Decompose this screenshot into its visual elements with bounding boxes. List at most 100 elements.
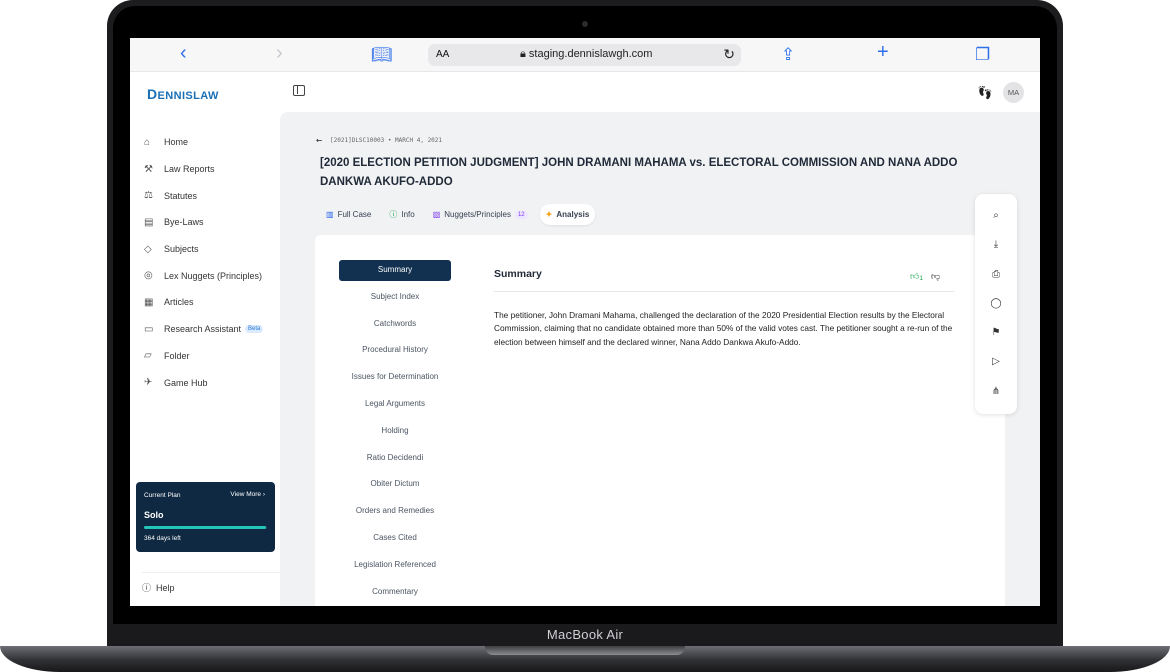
help-label: Help: [156, 583, 175, 593]
divider: [494, 291, 954, 292]
home-icon: ⌂: [144, 136, 151, 148]
device-label: MacBook Air: [546, 627, 624, 642]
help-link[interactable]: ⓘ Help: [142, 572, 280, 594]
sparkle-icon: ✦: [545, 210, 553, 219]
case-toolbar: ⌕ ⤓ ⎙ ◯ ⚑ ▷ ⋔: [975, 194, 1017, 414]
comment-icon[interactable]: ◯: [975, 289, 1017, 318]
plan-card: Current Plan View More › Solo 364 days l…: [136, 482, 275, 552]
case-tabs: ▥ Full Case ⓘ Info ▧ Nuggets/Principles 12 ✦ Ana…: [320, 204, 596, 225]
url-text: 🔒︎ staging.dennislawgh.com: [520, 48, 653, 60]
sidebar-item-label: Law Reports: [164, 164, 215, 175]
section-obiter-dictum[interactable]: Obiter Dictum: [339, 474, 451, 501]
chat-icon: ▭: [144, 323, 154, 335]
forward-icon[interactable]: ›: [276, 43, 283, 63]
section-subject-index[interactable]: Subject Index: [339, 287, 451, 314]
book-icon: ▥: [326, 210, 334, 219]
sidebar-item-label: Home: [164, 137, 189, 148]
logo-initial: D: [147, 86, 158, 102]
section-legal-arguments[interactable]: Legal Arguments: [339, 394, 451, 421]
bookmark-icon[interactable]: ⚑: [975, 318, 1017, 347]
search-icon[interactable]: ⌕: [975, 201, 1017, 230]
section-holding[interactable]: Holding: [339, 421, 451, 448]
plus-icon[interactable]: +: [877, 42, 889, 62]
sidebar-item-lex-nuggets-principles[interactable]: ◎ Lex Nuggets (Principles): [144, 262, 274, 289]
sidebar-item-folder[interactable]: ▱ Folder: [144, 343, 274, 370]
app: DENNISLAW ⌂ Home ⚒ Law Reports ⚖ Statutes ▤ Bye…: [130, 72, 1040, 606]
footsteps-icon[interactable]: 👣︎: [976, 85, 993, 101]
thumbs-up-button[interactable]: 👍︎1: [910, 271, 923, 282]
plan-days-left: 364 days left: [144, 535, 181, 542]
article-icon: ▦: [144, 296, 154, 308]
rocket-icon: ✈: [144, 377, 153, 389]
browser-toolbar: ‹ › 📖︎ AA 🔒︎ staging.dennislawgh.com ↻ ⇪…: [130, 38, 1040, 72]
coin-icon: ◎: [144, 270, 153, 282]
tab-nuggets-principles[interactable]: ▧ Nuggets/Principles 12: [427, 204, 534, 225]
sidebar-item-game-hub[interactable]: ✈ Game Hub: [144, 369, 274, 396]
sidebar-item-label: Subjects: [164, 244, 199, 255]
screen: ‹ › 📖︎ AA 🔒︎ staging.dennislawgh.com ↻ ⇪…: [130, 38, 1040, 606]
tab-label: Analysis: [556, 210, 590, 219]
section-procedural-history[interactable]: Procedural History: [339, 340, 451, 367]
section-catchwords[interactable]: Catchwords: [339, 314, 451, 341]
sidebar-item-label: Research Assistant: [164, 324, 242, 335]
gavel-icon: ⚒: [144, 163, 153, 175]
tab-analysis[interactable]: ✦ Analysis: [539, 204, 596, 225]
sidebar-item-bye-laws[interactable]: ▤ Bye-Laws: [144, 209, 274, 236]
text-size-button[interactable]: AA: [436, 49, 449, 60]
sidebar-toggle-icon[interactable]: [293, 85, 305, 96]
section-ratio-decidendi[interactable]: Ratio Decidendi: [339, 448, 451, 475]
share-nodes-icon[interactable]: ⋔: [975, 377, 1017, 406]
back-arrow-icon[interactable]: ←: [316, 135, 322, 146]
tab-full-case[interactable]: ▥ Full Case: [320, 204, 377, 225]
case-view: ← [2021]DLSC10003 • MARCH 4, 2021 [2020 E…: [280, 112, 1040, 606]
thumbs-down-icon[interactable]: 👎︎: [931, 271, 940, 282]
analysis-card: Summary Subject Index Catchwords Procedural…: [315, 235, 1005, 606]
breadcrumb-text: [2021]DLSC10003 • MARCH 4, 2021: [330, 137, 443, 144]
section-summary[interactable]: Summary: [339, 260, 451, 281]
sidebar-item-label: Game Hub: [164, 377, 208, 388]
sidebar-item-home[interactable]: ⌂ Home: [144, 129, 274, 156]
section-orders-and-remedies[interactable]: Orders and Remedies: [339, 501, 451, 528]
share-icon[interactable]: ⇪: [781, 45, 795, 65]
logo-text: ENNISLAW: [157, 90, 219, 102]
sidebar-item-label: Articles: [164, 297, 194, 308]
likes-count: 1: [919, 275, 924, 282]
view-more-link[interactable]: View More ›: [230, 491, 265, 498]
sidebar-item-research-assistant[interactable]: ▭ Research Assistant Beta: [144, 316, 274, 343]
sidebar-item-label: Statutes: [164, 190, 198, 201]
address-bar[interactable]: AA 🔒︎ staging.dennislawgh.com ↻: [428, 44, 741, 66]
sidebar-item-statutes[interactable]: ⚖ Statutes: [144, 182, 274, 209]
sidebar: DENNISLAW ⌂ Home ⚒ Law Reports ⚖ Statutes ▤ Bye…: [130, 72, 280, 606]
book-icon[interactable]: 📖︎: [371, 45, 393, 65]
info-icon: ⓘ: [389, 210, 398, 219]
view-more-label: View More: [230, 491, 262, 498]
reload-icon[interactable]: ↻: [723, 46, 735, 63]
tab-info[interactable]: ⓘ Info: [383, 204, 420, 225]
user-area: 👣︎ MA: [976, 82, 1024, 103]
sidebar-item-label: Bye-Laws: [164, 217, 204, 228]
url-value: staging.dennislawgh.com: [528, 48, 653, 60]
sidebar-item-label: Folder: [164, 350, 190, 361]
section-commentary[interactable]: Commentary: [339, 582, 451, 606]
sidebar-item-label: Lex Nuggets (Principles): [164, 270, 263, 281]
back-icon[interactable]: ‹: [180, 43, 187, 63]
folder-play-icon[interactable]: ▷: [975, 347, 1017, 376]
scale-icon: ⚖: [144, 190, 153, 202]
plan-name: Solo: [144, 510, 164, 520]
laptop-notch: [485, 646, 685, 655]
section-cases-cited[interactable]: Cases Cited: [339, 528, 451, 555]
sidebar-item-articles[interactable]: ▦ Articles: [144, 289, 274, 316]
tabs-icon[interactable]: ❐: [975, 45, 990, 65]
sidebar-item-law-reports[interactable]: ⚒ Law Reports: [144, 156, 274, 183]
section-legislation-referenced[interactable]: Legislation Referenced: [339, 555, 451, 582]
plan-current-label: Current Plan: [144, 492, 181, 499]
sidebar-item-subjects[interactable]: ◇ Subjects: [144, 236, 274, 263]
dennislaw-logo[interactable]: DENNISLAW: [147, 86, 219, 102]
section-issues-for-determination[interactable]: Issues for Determination: [339, 367, 451, 394]
download-icon[interactable]: ⤓: [975, 230, 1017, 259]
tab-label: Nuggets/Principles: [444, 210, 511, 219]
analysis-section-list: Summary Subject Index Catchwords Procedural…: [339, 260, 451, 606]
feedback: 👍︎1 👎︎: [910, 271, 940, 282]
print-icon[interactable]: ⎙: [975, 260, 1017, 289]
avatar[interactable]: MA: [1003, 82, 1024, 103]
